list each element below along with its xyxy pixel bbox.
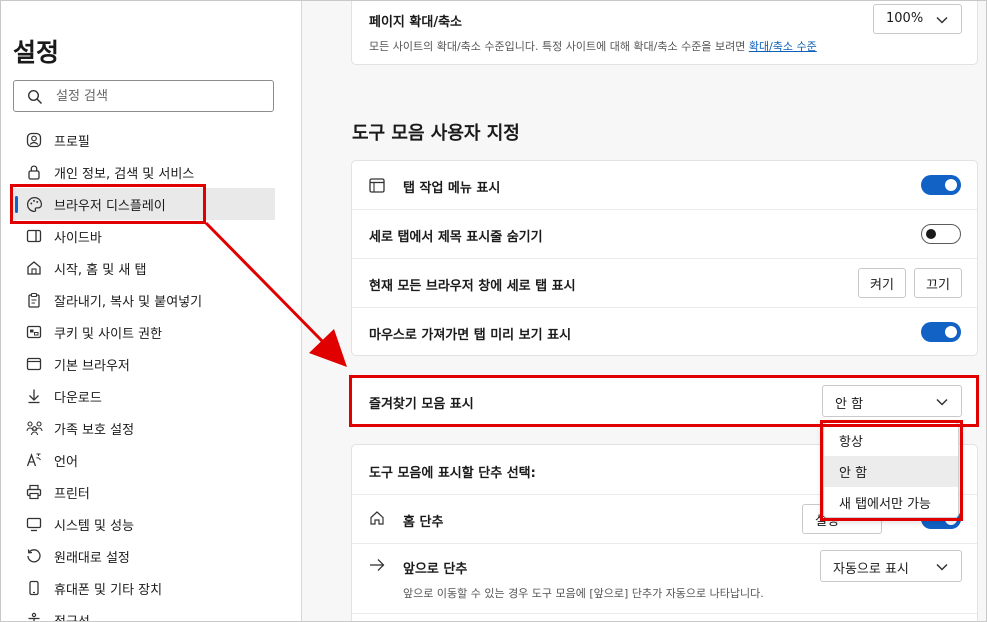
sidebar-item-label: 시스템 및 성능 [54, 518, 135, 534]
dropdown-option-new-tab-only[interactable]: 새 탭에서만 가능 [824, 487, 958, 518]
home-grid-icon [25, 259, 43, 277]
forward-button-description: 앞으로 이동할 수 있는 경우 도구 모음에 [앞으로] 단추가 자동으로 나타… [403, 587, 764, 600]
sidebar-item-language[interactable]: 언어 [13, 444, 275, 476]
sidebar-item-label: 프로필 [54, 134, 90, 150]
sidebar-item-label: 쿠키 및 사이트 권한 [54, 326, 163, 342]
settings-window: 설정 프로필 개인 정보, 검색 및 서비스 브라우저 디스플레이 사이드바 [0, 0, 987, 622]
vertical-tabs-on-button[interactable]: 켜기 [858, 268, 906, 298]
toolbar-section-title: 도구 모음 사용자 지정 [352, 123, 520, 144]
sidebar-item-cookies[interactable]: 쿠키 및 사이트 권한 [13, 316, 275, 348]
favorites-bar-dropdown: 항상 안 함 새 탭에서만 가능 [823, 422, 959, 518]
sidebar-item-label: 시작, 홈 및 새 탭 [54, 262, 147, 278]
search-box[interactable] [13, 80, 274, 112]
sidebar-item-label: 원래대로 설정 [54, 550, 130, 566]
tab-actions-label: 탭 작업 메뉴 표시 [403, 181, 501, 196]
sidebar-item-label: 접근성 [54, 614, 90, 622]
main-content: 페이지 확대/축소 모든 사이트의 확대/축소 수준입니다. 특정 사이트에 대… [302, 1, 986, 621]
zoom-card: 페이지 확대/축소 모든 사이트의 확대/축소 수준입니다. 특정 사이트에 대… [351, 1, 978, 65]
profile-icon [25, 131, 43, 149]
tab-actions-toggle[interactable] [921, 175, 961, 195]
tab-preview-toggle[interactable] [921, 322, 961, 342]
sidebar-item-start-home[interactable]: 시작, 홈 및 새 탭 [13, 252, 275, 284]
sidebar-item-system[interactable]: 시스템 및 성능 [13, 508, 275, 540]
sidebar-item-label: 개인 정보, 검색 및 서비스 [54, 166, 195, 182]
sidebar-item-label: 기본 브라우저 [54, 358, 130, 374]
sidebar-item-privacy[interactable]: 개인 정보, 검색 및 서비스 [13, 156, 275, 188]
vertical-tabs-label: 현재 모든 브라우저 창에 세로 탭 표시 [369, 279, 576, 294]
zoom-value: 100% [886, 11, 924, 26]
favorites-bar-card: 즐겨찾기 모음 표시 안 함 [351, 376, 978, 426]
sidebar-item-clipboard[interactable]: 잘라내기, 복사 및 붙여넣기 [13, 284, 275, 316]
cookie-icon [25, 323, 43, 341]
sidebar-item-downloads[interactable]: 다운로드 [13, 380, 275, 412]
search-input[interactable] [56, 86, 266, 106]
sidebar: 설정 프로필 개인 정보, 검색 및 서비스 브라우저 디스플레이 사이드바 [1, 1, 302, 621]
sidebar-item-reset[interactable]: 원래대로 설정 [13, 540, 275, 572]
sidebar-item-family[interactable]: 가족 보호 설정 [13, 412, 275, 444]
palette-icon [25, 195, 43, 213]
tab-preview-label: 마우스로 가져가면 탭 미리 보기 표시 [369, 328, 572, 343]
phone-icon [25, 579, 43, 597]
zoom-description: 모든 사이트의 확대/축소 수준입니다. 특정 사이트에 대해 확대/축소 수준… [369, 38, 817, 54]
forward-button-value: 자동으로 표시 [833, 562, 909, 577]
hide-title-bar-label: 세로 탭에서 제목 표시줄 숨기기 [369, 230, 543, 245]
favorites-bar-value: 안 함 [835, 397, 864, 412]
hide-title-bar-row: 세로 탭에서 제목 표시줄 숨기기 [352, 210, 977, 259]
reset-icon [25, 547, 43, 565]
sidebar-nav: 프로필 개인 정보, 검색 및 서비스 브라우저 디스플레이 사이드바 시작, … [13, 124, 275, 622]
download-icon [25, 387, 43, 405]
sidebar-item-phone[interactable]: 휴대폰 및 기타 장치 [13, 572, 275, 604]
zoom-select[interactable]: 100% [873, 4, 962, 34]
sidebar-item-default-browser[interactable]: 기본 브라우저 [13, 348, 275, 380]
home-icon [370, 511, 384, 525]
browser-icon [25, 355, 43, 373]
lock-icon [25, 163, 43, 181]
sidebar-item-accessibility[interactable]: 접근성 [13, 604, 275, 622]
forward-button-select[interactable]: 자동으로 표시 [820, 550, 962, 582]
sidebar-item-label: 사이드바 [54, 230, 102, 246]
hide-title-bar-toggle[interactable] [921, 224, 961, 244]
sidebar-item-label: 다운로드 [54, 390, 102, 406]
sidebar-item-label: 휴대폰 및 기타 장치 [54, 582, 163, 598]
sidebar-item-printers[interactable]: 프린터 [13, 476, 275, 508]
zoom-levels-link[interactable]: 확대/축소 수준 [749, 40, 817, 53]
favorites-bar-label: 즐겨찾기 모음 표시 [369, 397, 474, 412]
forward-button-row: 앞으로 단추 앞으로 이동할 수 있는 경우 도구 모음에 [앞으로] 단추가 … [352, 544, 977, 614]
clipboard-icon [25, 291, 43, 309]
vertical-tabs-off-button[interactable]: 끄기 [914, 268, 962, 298]
chevron-down-icon [936, 398, 948, 406]
tab-actions-icon [369, 178, 385, 193]
tab-preview-row: 마우스로 가져가면 탭 미리 보기 표시 [352, 308, 977, 357]
home-button-label: 홈 단추 [403, 515, 444, 530]
buttons-section-title: 도구 모음에 표시할 단추 선택: [369, 466, 536, 481]
sidebar-item-sidebar[interactable]: 사이드바 [13, 220, 275, 252]
sidebar-item-label: 프린터 [54, 486, 90, 502]
vertical-tabs-row: 현재 모든 브라우저 창에 세로 탭 표시 켜기 끄기 [352, 259, 977, 308]
arrow-right-icon [370, 559, 385, 571]
search-icon [27, 89, 43, 105]
favorites-bar-select[interactable]: 안 함 [822, 385, 962, 417]
language-icon [25, 451, 43, 469]
sidebar-item-label: 브라우저 디스플레이 [54, 198, 166, 214]
sidebar-icon [25, 227, 43, 245]
zoom-description-text: 모든 사이트의 확대/축소 수준입니다. 특정 사이트에 대해 확대/축소 수준… [369, 40, 749, 53]
tab-actions-row: 탭 작업 메뉴 표시 [352, 161, 977, 210]
chevron-down-icon [936, 563, 948, 571]
sidebar-item-label: 잘라내기, 복사 및 붙여넣기 [54, 294, 203, 310]
printer-icon [25, 483, 43, 501]
dropdown-option-never[interactable]: 안 함 [824, 456, 958, 487]
family-icon [25, 419, 43, 437]
sidebar-item-browser-display[interactable]: 브라우저 디스플레이 [13, 188, 275, 220]
zoom-label: 페이지 확대/축소 [369, 15, 462, 30]
sidebar-item-label: 가족 보호 설정 [54, 422, 135, 438]
dropdown-option-always[interactable]: 항상 [824, 425, 958, 456]
sidebar-item-label: 언어 [54, 454, 78, 470]
accessibility-icon [25, 611, 43, 621]
sidebar-item-profile[interactable]: 프로필 [13, 124, 275, 156]
chevron-down-icon [936, 16, 948, 24]
forward-button-label: 앞으로 단추 [403, 562, 468, 577]
sidebar-title: 설정 [13, 38, 60, 67]
system-icon [25, 515, 43, 533]
toolbar-card: 탭 작업 메뉴 표시 세로 탭에서 제목 표시줄 숨기기 현재 모든 브라우저 … [351, 160, 978, 356]
